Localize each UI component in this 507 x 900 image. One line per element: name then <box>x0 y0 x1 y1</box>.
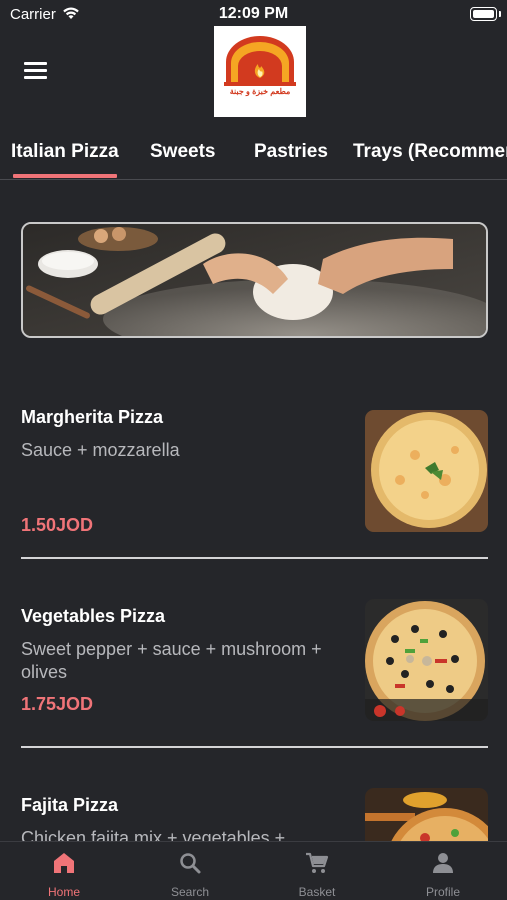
item-image <box>365 599 488 721</box>
item-name: Fajita Pizza <box>21 795 119 815</box>
search-icon <box>180 853 201 874</box>
item-description: Sauce + mozzarella <box>21 440 180 460</box>
restaurant-logo: مطعم خبزة و جبنة <box>214 26 306 117</box>
tab-sweets[interactable]: Sweets <box>150 141 215 163</box>
tab-trays[interactable]: Trays (Recommended) <box>353 141 507 163</box>
status-bar: Carrier 12:09 PM <box>0 0 507 28</box>
menu-item[interactable]: Vegetables Pizza Sweet pepper + sauce + … <box>0 590 507 750</box>
tabbar-search[interactable]: Search <box>127 842 253 900</box>
menu-item[interactable]: Fajita Pizza Chicken fajita mix + vegeta… <box>0 780 507 841</box>
tabbar-label: Profile <box>425 885 460 899</box>
item-description: Sweet pepper + sauce + mushroom + olives <box>21 639 322 682</box>
item-image <box>365 410 488 532</box>
item-divider <box>21 746 488 748</box>
menu-item[interactable]: Margherita Pizza Sauce + mozzarella 1.50… <box>0 400 507 560</box>
bottom-tab-bar: Home Search Basket Profile <box>0 841 507 900</box>
tabbar-label: Search <box>170 885 210 899</box>
tabbar-label: Home <box>47 885 80 899</box>
battery-cap <box>499 11 501 17</box>
tabbar-label: Basket <box>298 885 336 899</box>
tab-italian-pizza[interactable]: Italian Pizza <box>11 141 119 163</box>
profile-icon <box>433 853 453 873</box>
active-tab-indicator <box>13 174 117 178</box>
item-price: 1.75JOD <box>21 694 94 714</box>
banner-image <box>21 222 488 338</box>
item-divider <box>21 557 488 559</box>
tab-pastries[interactable]: Pastries <box>254 141 328 163</box>
home-icon <box>54 853 74 873</box>
category-tabs: Italian Pizza Sweets Pastries Trays (Rec… <box>0 130 507 180</box>
oven-logo-graphic <box>224 36 296 86</box>
cart-icon <box>306 852 329 873</box>
item-name: Margherita Pizza <box>21 407 164 427</box>
tabbar-basket[interactable]: Basket <box>254 842 380 900</box>
status-time: 12:09 PM <box>218 5 289 22</box>
battery-icon <box>470 7 497 21</box>
item-image <box>365 788 488 841</box>
item-price: 1.50JOD <box>21 515 94 535</box>
tabbar-profile[interactable]: Profile <box>380 842 506 900</box>
item-description: Chicken fajita mix + vegetables + <box>21 828 286 841</box>
item-name: Vegetables Pizza <box>21 606 166 626</box>
logo-text: مطعم خبزة و جبنة <box>229 87 291 96</box>
hamburger-menu-icon[interactable] <box>24 62 47 80</box>
tabbar-home[interactable]: Home <box>1 842 127 900</box>
